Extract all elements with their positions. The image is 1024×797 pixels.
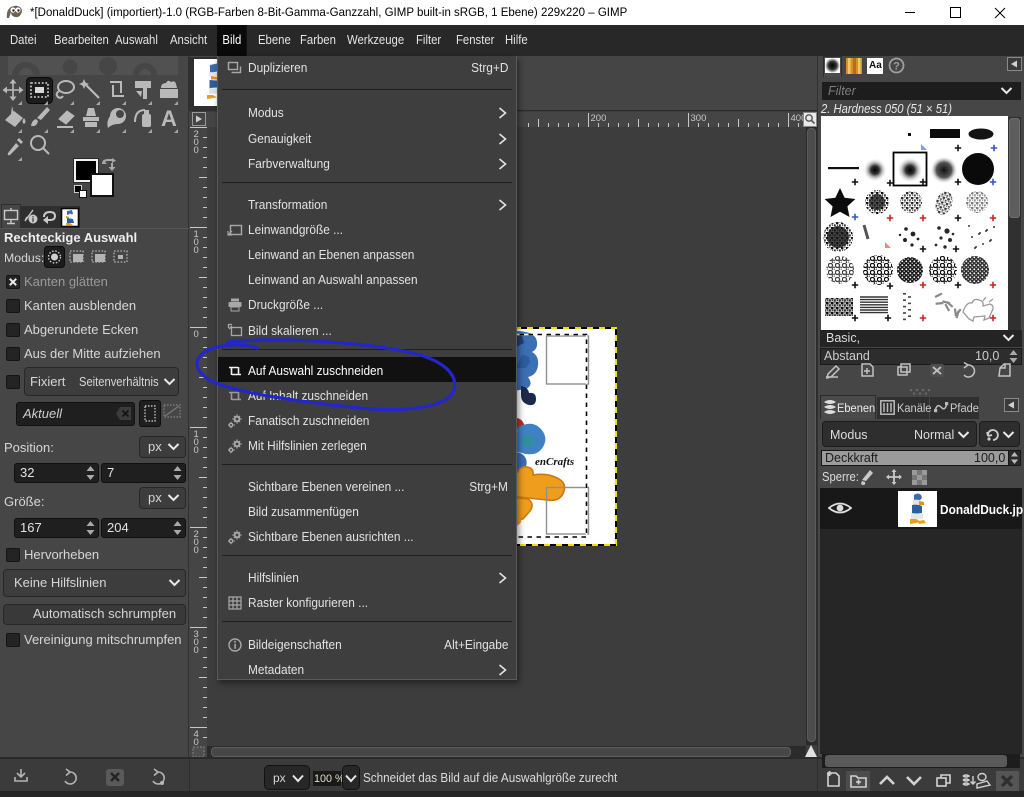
svg-text:100: 100: [194, 229, 199, 256]
svg-text:200: 200: [591, 113, 607, 124]
svg-text:300: 300: [691, 113, 707, 124]
svg-text:enCrafts: enCrafts: [535, 456, 574, 468]
svg-text:100: 100: [194, 429, 199, 456]
svg-text:A: A: [161, 106, 177, 131]
svg-text:i: i: [32, 215, 34, 224]
svg-text:?: ?: [893, 60, 900, 72]
svg-text:200: 200: [194, 529, 199, 556]
svg-text:200: 200: [194, 129, 199, 156]
svg-text:300: 300: [194, 629, 199, 656]
